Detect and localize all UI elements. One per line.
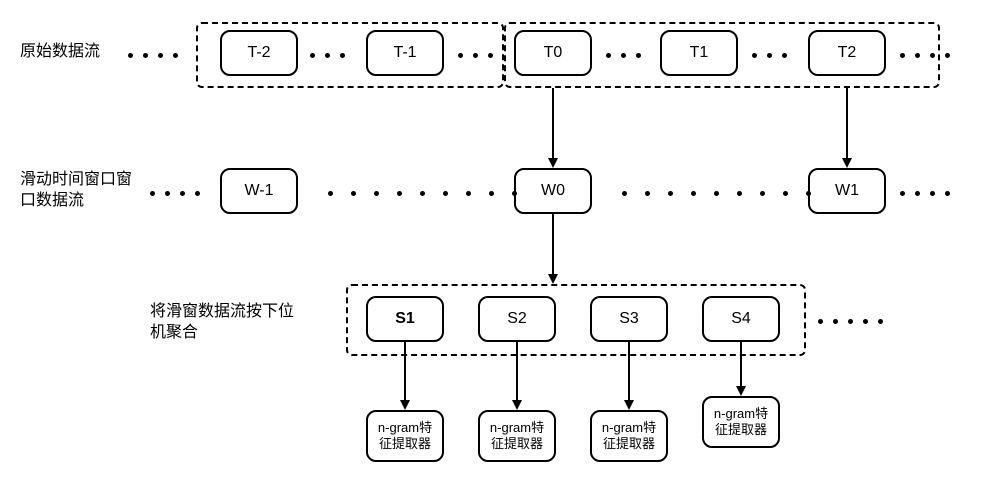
node-extractor-3: n-gram特 征提取器 bbox=[590, 410, 668, 462]
node-Tminus2: T-2 bbox=[220, 30, 298, 76]
node-T1: T1 bbox=[660, 30, 738, 76]
dots bbox=[458, 50, 493, 60]
node-Wminus1: W-1 bbox=[220, 168, 298, 214]
node-Tminus1: T-1 bbox=[366, 30, 444, 76]
row1-label: 原始数据流 bbox=[20, 42, 100, 63]
node-extractor-4: n-gram特 征提取器 bbox=[702, 396, 780, 448]
node-W1: W1 bbox=[808, 168, 886, 214]
row3-label: 将滑窗数据流按下位 机聚合 bbox=[150, 302, 294, 344]
dots bbox=[900, 188, 950, 198]
node-S1: S1 bbox=[366, 296, 444, 342]
row2-label: 滑动时间窗口窗 口数据流 bbox=[20, 170, 132, 212]
node-S4: S4 bbox=[702, 296, 780, 342]
dots bbox=[310, 50, 345, 60]
dots bbox=[622, 188, 811, 198]
dots bbox=[606, 50, 641, 60]
dots bbox=[818, 316, 883, 326]
dots bbox=[150, 188, 200, 198]
diagram-canvas: 原始数据流 T-2 T-1 T0 T1 T2 滑动时间窗口窗 口数据流 W-1 … bbox=[20, 20, 980, 481]
dots bbox=[328, 188, 517, 198]
node-W0: W0 bbox=[514, 168, 592, 214]
dots bbox=[900, 50, 950, 60]
dots bbox=[752, 50, 787, 60]
node-T2: T2 bbox=[808, 30, 886, 76]
node-S3: S3 bbox=[590, 296, 668, 342]
node-extractor-2: n-gram特 征提取器 bbox=[478, 410, 556, 462]
node-S2: S2 bbox=[478, 296, 556, 342]
node-extractor-1: n-gram特 征提取器 bbox=[366, 410, 444, 462]
node-T0: T0 bbox=[514, 30, 592, 76]
dots bbox=[128, 50, 178, 60]
